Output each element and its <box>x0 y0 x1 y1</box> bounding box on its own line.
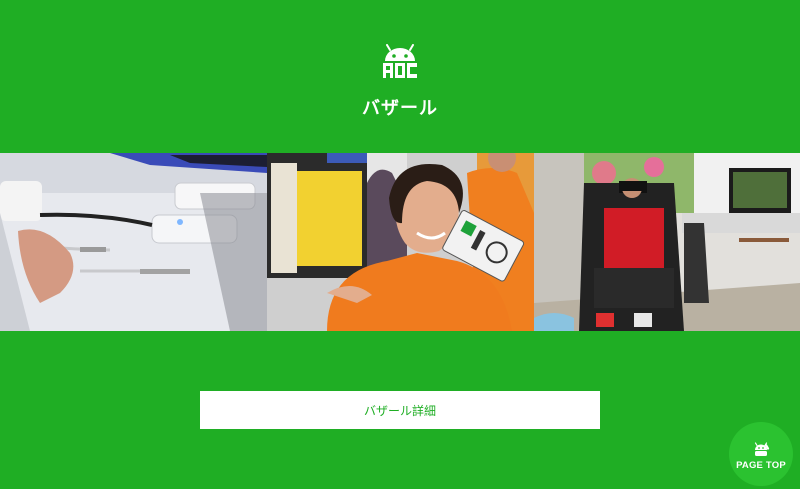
page: バザール バザール詳細 PAGE TOP <box>0 0 800 489</box>
page-top-button[interactable]: PAGE TOP <box>729 422 793 486</box>
bazaar-details-button[interactable]: バザール詳細 <box>200 391 600 429</box>
exhibitor-staff-photo <box>267 153 534 331</box>
aoc-android-logo-icon <box>383 44 417 78</box>
tech-devices-photo <box>0 153 267 331</box>
vr-racing-simulator-photo <box>534 153 800 331</box>
page-top-label: PAGE TOP <box>736 460 786 471</box>
android-robot-pointing-icon <box>754 442 770 456</box>
photo-gallery <box>0 153 800 331</box>
page-title: バザール <box>362 98 438 119</box>
